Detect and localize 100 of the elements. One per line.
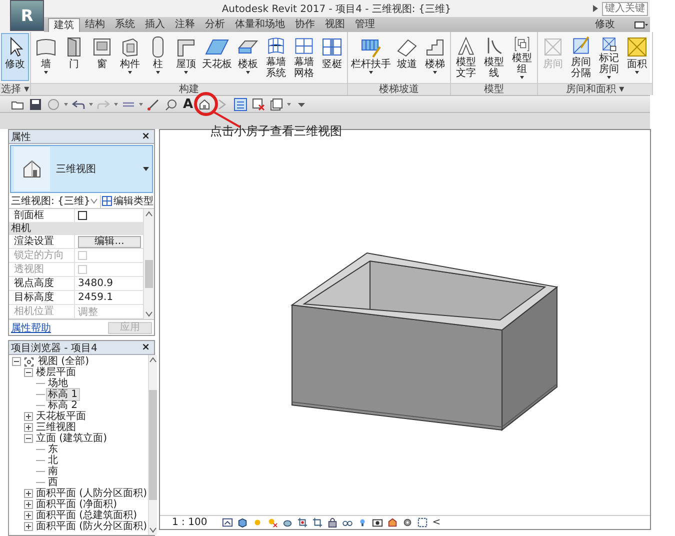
tree-item[interactable]: 标高 1 bbox=[47, 389, 79, 400]
view-control-button[interactable] bbox=[236, 516, 250, 528]
toolbar-button[interactable] bbox=[146, 96, 161, 112]
ribbon-tab[interactable]: 修改 bbox=[590, 18, 620, 32]
ribbon-tab[interactable]: 插入 bbox=[140, 18, 170, 32]
property-value[interactable]: 3480.9 bbox=[78, 278, 113, 289]
ribbon-tab[interactable]: 建筑 bbox=[48, 18, 80, 32]
ribbon-tool-button[interactable]: 标记房间 bbox=[595, 33, 623, 81]
ribbon-tab[interactable]: 分析 bbox=[200, 18, 230, 32]
ribbon-tool-button[interactable]: 面积 bbox=[623, 33, 651, 81]
ribbon-tool-button[interactable]: 楼梯 bbox=[421, 33, 449, 81]
view-control-button[interactable] bbox=[371, 516, 384, 528]
toolbar-button[interactable] bbox=[164, 96, 179, 112]
ribbon-tool-button[interactable]: 楼板 bbox=[234, 33, 262, 81]
close-button[interactable]: × bbox=[140, 130, 152, 142]
ribbon-tool-button[interactable]: 竖梃 bbox=[318, 33, 346, 81]
ribbon-tool-button[interactable]: 模型文字 bbox=[452, 33, 480, 81]
close-button[interactable]: × bbox=[140, 342, 152, 354]
scrollbar-thumb[interactable] bbox=[145, 260, 153, 288]
expander-icon[interactable] bbox=[24, 434, 33, 443]
toolbar-button[interactable] bbox=[28, 96, 43, 112]
ribbon-tool-button[interactable]: 门 bbox=[60, 33, 88, 81]
ribbon-tool-button[interactable]: 屋顶 bbox=[172, 33, 200, 81]
ribbon-tool-button[interactable]: 墙 bbox=[32, 33, 60, 81]
checkbox[interactable] bbox=[78, 211, 87, 220]
expander-icon[interactable] bbox=[24, 368, 33, 377]
toolbar-button[interactable] bbox=[233, 96, 248, 112]
tree-item[interactable]: 南 bbox=[47, 466, 59, 477]
help-link[interactable]: 属性帮助 bbox=[11, 320, 51, 334]
property-label: 目标高度 bbox=[9, 291, 75, 304]
ribbon-tool-button[interactable]: 栏杆扶手 bbox=[349, 33, 393, 81]
scrollbar[interactable] bbox=[148, 355, 157, 535]
tree-item[interactable]: 视图 (全部) bbox=[37, 356, 90, 367]
view-scale[interactable]: 1 : 100 bbox=[172, 517, 208, 528]
tree-item[interactable]: 天花板平面 bbox=[35, 411, 87, 422]
floppy-icon bbox=[29, 98, 42, 110]
expander-icon[interactable] bbox=[24, 412, 33, 421]
tree-item[interactable]: 立面 (建筑立面) bbox=[35, 433, 108, 444]
tree-item[interactable]: 北 bbox=[47, 455, 59, 466]
expander-icon[interactable] bbox=[12, 357, 21, 366]
tree-item[interactable]: 标高 2 bbox=[47, 400, 79, 411]
view-control-button[interactable] bbox=[416, 516, 430, 528]
group-header[interactable]: 相机 bbox=[9, 223, 143, 235]
edit-button[interactable]: 编辑... bbox=[78, 236, 141, 248]
scrollbar-thumb[interactable] bbox=[148, 390, 157, 500]
crop-off-icon bbox=[312, 517, 324, 528]
expander-icon[interactable] bbox=[24, 511, 33, 520]
view-control-button[interactable] bbox=[221, 516, 234, 528]
ribbon-tool-button[interactable]: 柱 bbox=[144, 33, 172, 81]
view-selector[interactable]: 三维视图: {三维} bbox=[9, 194, 102, 208]
tree-item[interactable]: 面积平面 (人防分区面积) bbox=[35, 488, 148, 499]
tree-item[interactable]: 西 bbox=[47, 477, 59, 488]
triangle-icon bbox=[592, 5, 599, 12]
ribbon-tab[interactable]: 管理 bbox=[350, 18, 380, 32]
ribbon-tool-button[interactable]: 天花板 bbox=[200, 33, 234, 81]
frame-icon bbox=[222, 517, 234, 528]
property-value[interactable]: 2459.1 bbox=[78, 292, 113, 303]
ribbon-tool-button[interactable]: 房间分隔 bbox=[567, 33, 595, 81]
property-label: 渲染设置 bbox=[9, 235, 75, 248]
tree-item[interactable]: 面积平面 (净面积) bbox=[35, 499, 118, 510]
ribbon-tool-button[interactable]: 构件 bbox=[116, 33, 144, 81]
expander-icon[interactable] bbox=[24, 522, 33, 531]
ribbon-tool-button[interactable]: 坡道 bbox=[393, 33, 421, 81]
ribbon-tool-button[interactable]: 幕墙网格 bbox=[290, 33, 318, 81]
expander-icon[interactable] bbox=[24, 500, 33, 509]
view-control-button[interactable] bbox=[296, 516, 310, 528]
type-selector[interactable]: 三维视图 bbox=[10, 145, 153, 193]
expander-icon[interactable] bbox=[24, 489, 33, 498]
toolbar-button[interactable] bbox=[269, 96, 284, 112]
tree-item[interactable]: 楼层平面 bbox=[35, 367, 77, 378]
ribbon-tool-button[interactable]: 模型组 bbox=[508, 33, 536, 81]
toolbar-button[interactable] bbox=[251, 96, 266, 112]
search-field[interactable]: 键入关键 bbox=[602, 2, 648, 16]
tree-item[interactable]: 面积平面 (防火分区面积) bbox=[35, 521, 148, 532]
property-label: 剖面框 bbox=[9, 209, 75, 222]
view-control-button[interactable] bbox=[326, 516, 340, 528]
ribbon-tool-button[interactable]: 模型线 bbox=[480, 33, 508, 81]
crop-icon bbox=[297, 517, 308, 528]
ribbon-tab[interactable]: 结构 bbox=[80, 18, 110, 32]
ribbon-tab[interactable]: 系统 bbox=[110, 18, 140, 32]
edit-type-button[interactable]: 编辑类型 bbox=[101, 194, 154, 208]
ribbon-tab[interactable]: 视图 bbox=[320, 18, 350, 32]
text-tool-button[interactable]: A bbox=[182, 96, 194, 112]
application-menu-button[interactable]: R bbox=[10, 0, 44, 31]
ribbon-tab[interactable]: 协作 bbox=[290, 18, 320, 32]
tree-item[interactable]: 三维视图 bbox=[35, 422, 77, 433]
ribbon-tool-button[interactable]: 修改 bbox=[1, 33, 29, 81]
collapse-button[interactable]: < bbox=[431, 516, 442, 528]
ribbon-tool-button[interactable]: 窗 bbox=[88, 33, 116, 81]
ribbon-tool-button[interactable]: 幕墙系统 bbox=[262, 33, 290, 81]
panel-title: 属性 bbox=[11, 130, 32, 144]
tree-item[interactable]: 东 bbox=[47, 444, 59, 455]
tree-item[interactable]: 面积平面 (总建筑面积) bbox=[35, 510, 138, 521]
ribbon-tab[interactable]: 注释 bbox=[170, 18, 200, 32]
ribbon-tab[interactable]: 体量和场地 bbox=[230, 18, 290, 32]
view-control-button[interactable] bbox=[311, 516, 324, 528]
chevron-up-icon bbox=[148, 356, 157, 364]
expander-icon[interactable] bbox=[24, 423, 33, 432]
tree-item[interactable]: 场地 bbox=[47, 378, 69, 389]
scrollbar[interactable] bbox=[143, 209, 154, 319]
